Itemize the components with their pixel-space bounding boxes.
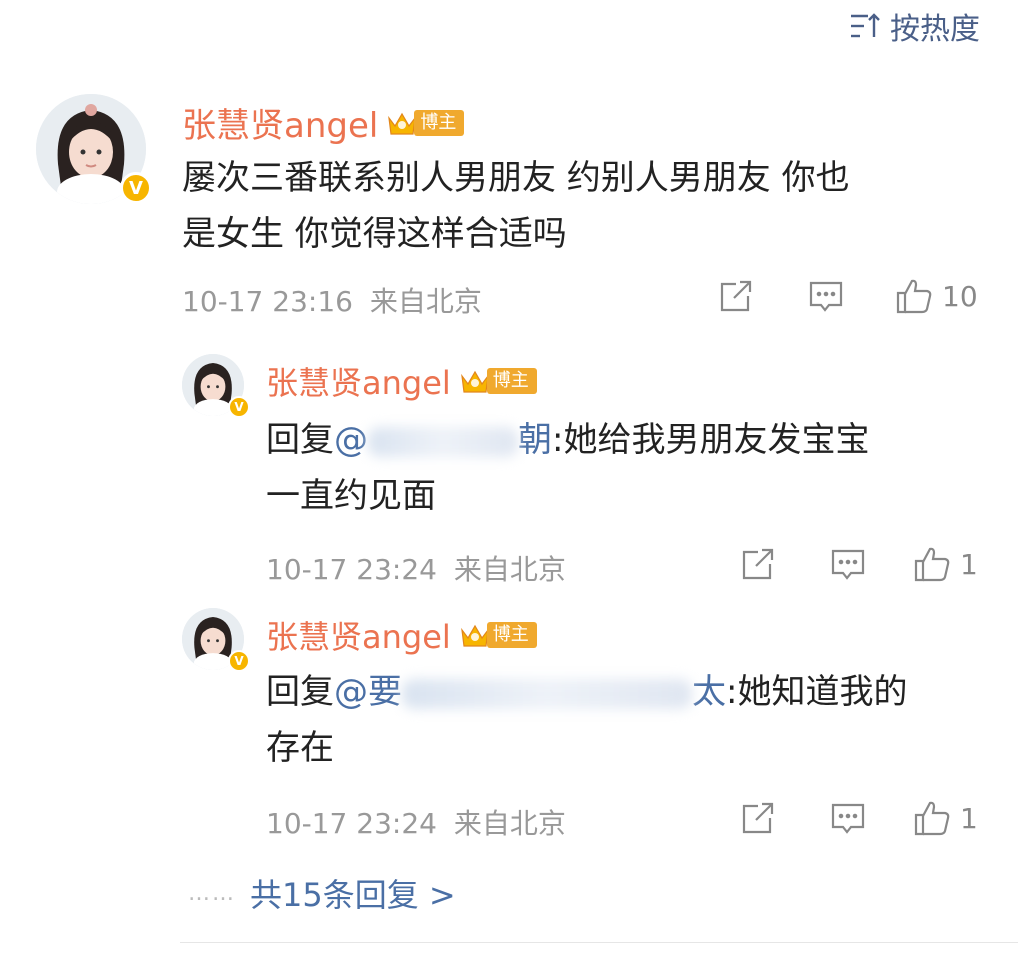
redacted-username	[368, 426, 518, 457]
share-icon	[720, 280, 752, 312]
divider	[180, 942, 1018, 943]
timestamp: 10-17 23:16	[182, 285, 353, 318]
mention-link[interactable]: @要太	[334, 672, 726, 712]
divider-dots: ……	[188, 880, 236, 906]
more-replies: …… 共15条回复 >	[188, 870, 456, 916]
comment-actions: 10	[716, 276, 978, 316]
like-button[interactable]: 10	[894, 277, 978, 315]
reply-actions: 1	[738, 544, 978, 584]
reply-avatar[interactable]: V	[182, 354, 250, 418]
timestamp: 10-17 23:24	[266, 553, 437, 586]
crown-icon	[460, 370, 489, 393]
comment-icon	[809, 281, 843, 312]
reply-body: 回复@ 朝:她给我男朋友发宝宝 一直约见面	[266, 420, 870, 516]
share-button[interactable]	[738, 544, 778, 584]
redacted-username	[402, 678, 692, 709]
thumbs-up-icon	[914, 547, 950, 582]
reply-username[interactable]: 张慧贤angel	[266, 358, 451, 404]
username[interactable]: 张慧贤angel	[182, 98, 378, 147]
view-more-replies-link[interactable]: 共15条回复 >	[250, 870, 456, 916]
comment-button[interactable]	[806, 276, 846, 316]
location: 来自北京	[453, 807, 566, 840]
like-button[interactable]: 1	[912, 799, 978, 837]
reply-avatar[interactable]: V	[182, 608, 250, 672]
reply-username[interactable]: 张慧贤angel	[266, 612, 451, 658]
sort-label: 按热度	[890, 12, 980, 47]
share-icon	[742, 548, 774, 580]
share-icon	[742, 802, 774, 834]
share-button[interactable]	[738, 798, 778, 838]
avatar[interactable]: V	[36, 94, 152, 204]
reply-meta: 10-17 23:24 来自北京	[266, 802, 566, 842]
sort-icon	[851, 13, 880, 38]
reply-body: 回复@要 太:她知道我的 存在	[266, 672, 908, 768]
location: 来自北京	[369, 285, 482, 318]
verified-badge-icon: V	[228, 396, 250, 418]
comment-button[interactable]	[828, 798, 868, 838]
thumbs-up-icon	[896, 279, 932, 314]
comment-icon	[831, 803, 865, 834]
like-count: 10	[942, 279, 978, 313]
verified-badge-icon: V	[228, 650, 250, 672]
like-count: 1	[960, 801, 978, 835]
timestamp: 10-17 23:24	[266, 807, 437, 840]
blogger-badge: 博主	[459, 366, 537, 396]
comment-icon	[831, 549, 865, 580]
comment-meta: 10-17 23:16 来自北京	[182, 280, 482, 320]
reply-actions: 1	[738, 798, 978, 838]
reply-meta: 10-17 23:24 来自北京	[266, 548, 566, 588]
location: 来自北京	[453, 553, 566, 586]
like-button[interactable]: 1	[912, 545, 978, 583]
blogger-badge: 博主	[386, 108, 465, 138]
crown-icon	[460, 624, 489, 647]
like-count: 1	[960, 547, 978, 581]
comment-body: 屡次三番联系别人男朋友 约别人男朋友 你也 是女生 你觉得这样合适吗	[182, 158, 850, 254]
comment-button[interactable]	[828, 544, 868, 584]
thumbs-up-icon	[914, 801, 950, 836]
verified-badge-icon: V	[120, 172, 152, 204]
share-button[interactable]	[716, 276, 756, 316]
sort-by-hot-button[interactable]: 按热度	[848, 4, 980, 48]
mention-link[interactable]: @ 朝	[334, 420, 552, 460]
blogger-badge: 博主	[459, 620, 537, 650]
